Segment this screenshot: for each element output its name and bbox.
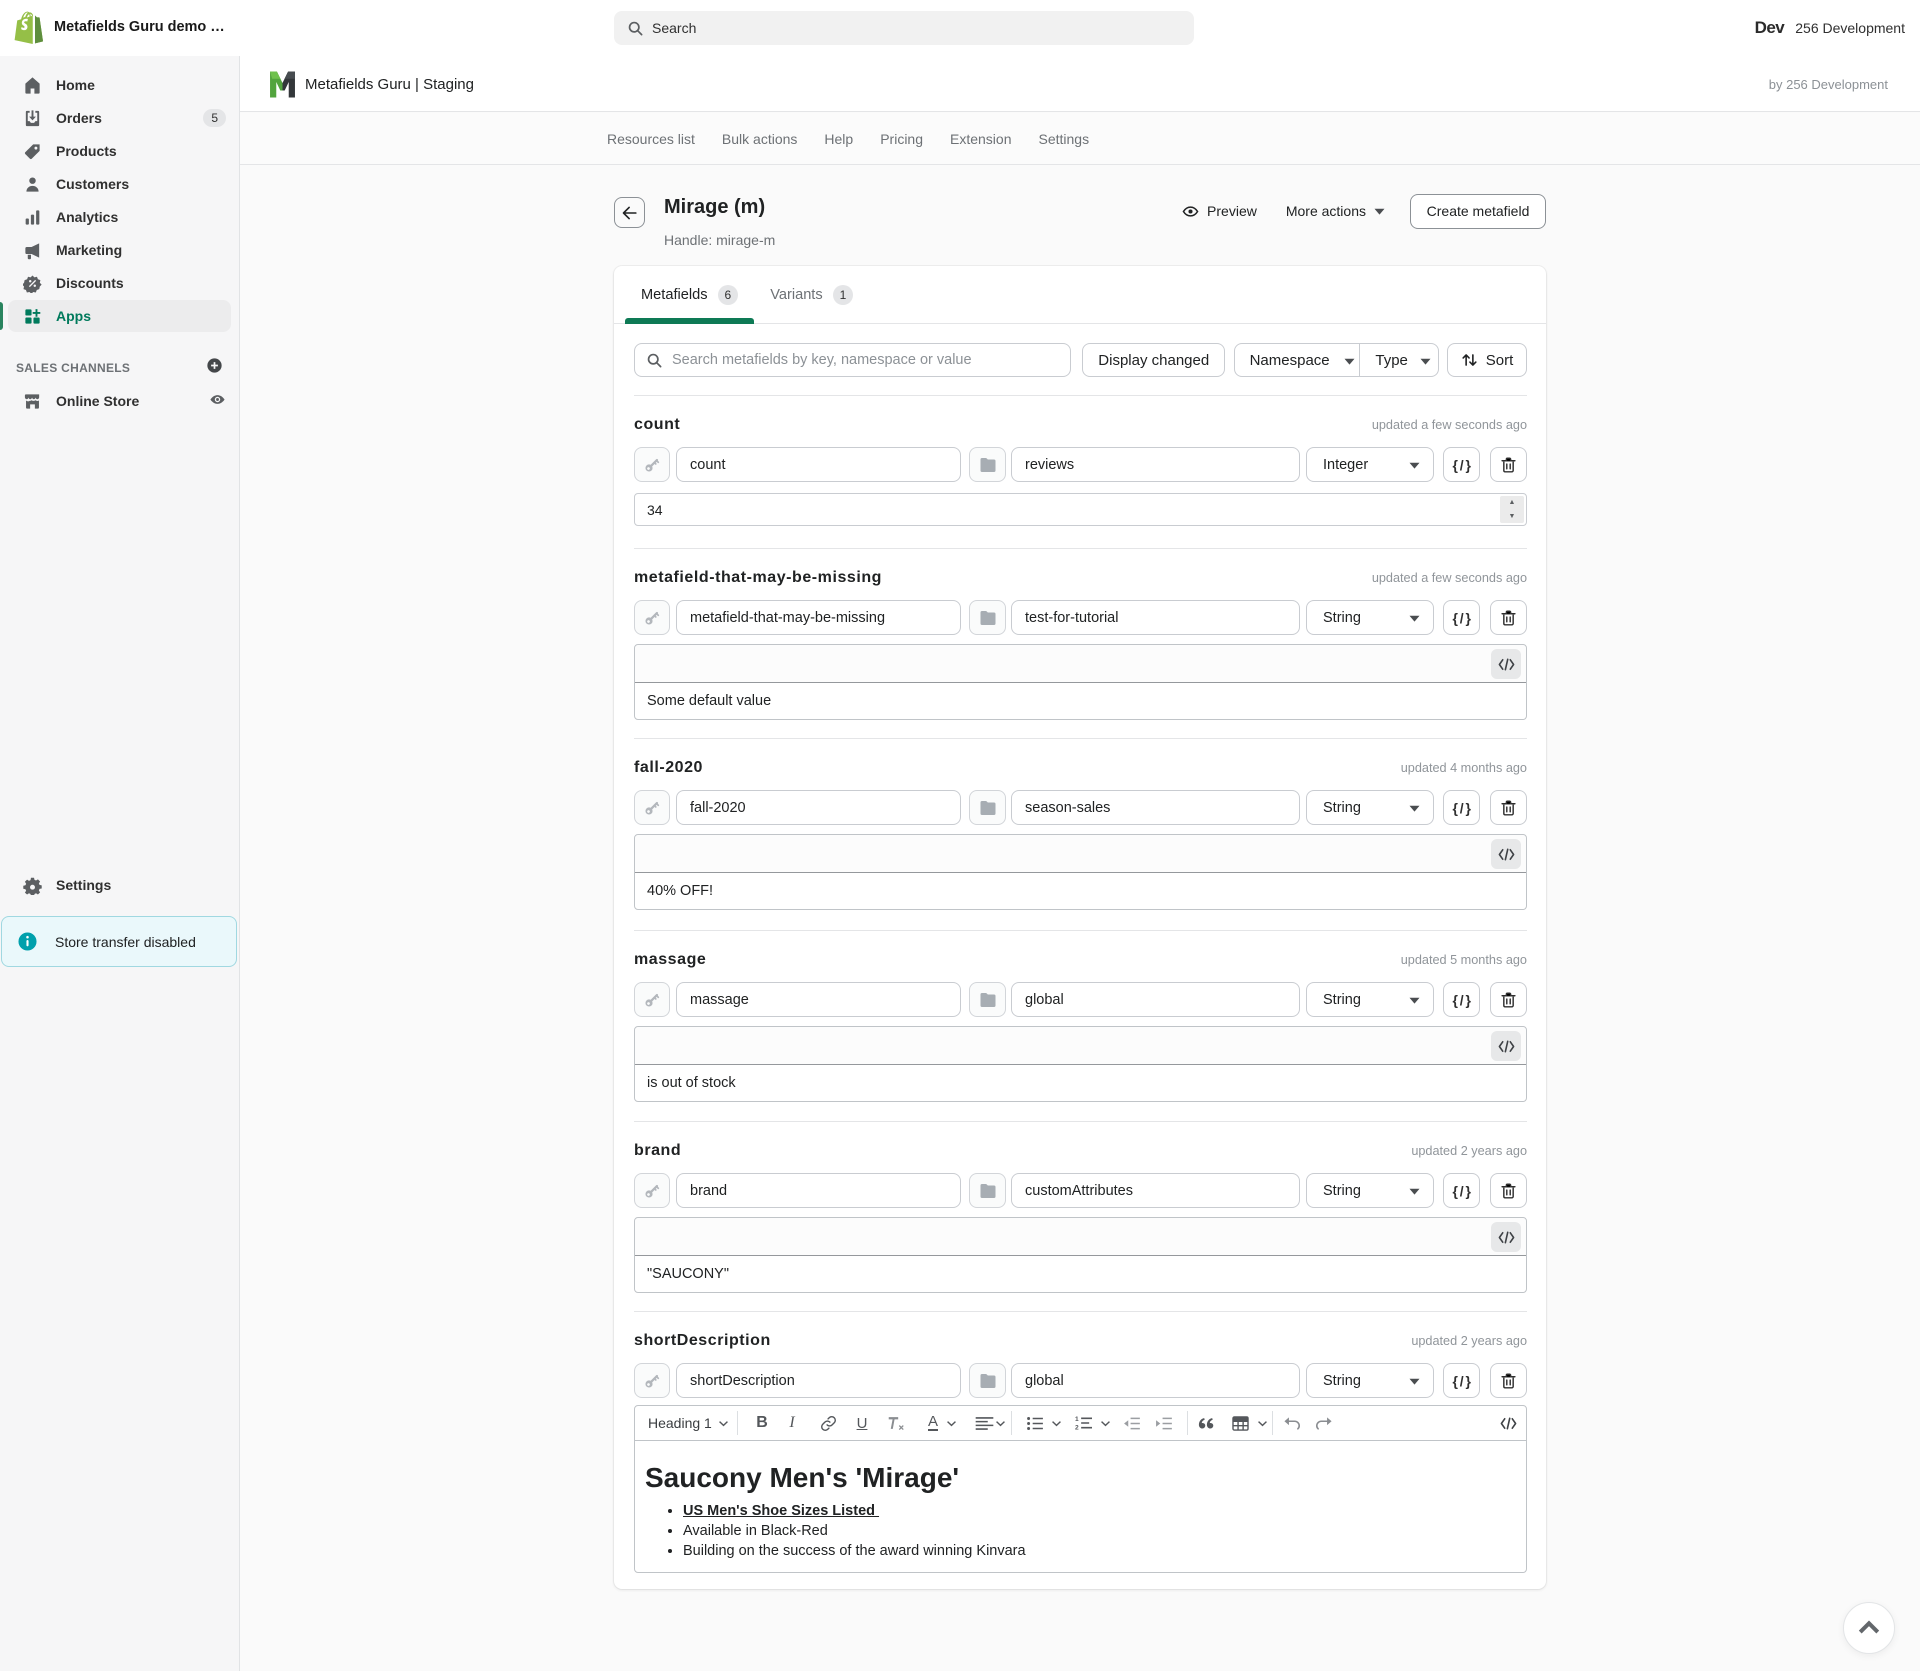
svg-text:1: 1 [1075,1416,1079,1423]
svg-text:2: 2 [1075,1425,1079,1430]
